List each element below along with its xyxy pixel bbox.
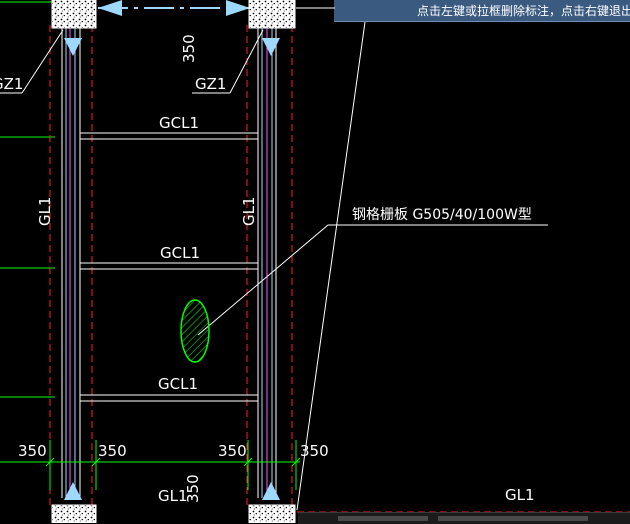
dim-350-3: 350 bbox=[218, 442, 247, 460]
cad-drawing-canvas[interactable]: GZ1 GZ1 350 GCL1 GCL1 GCL1 GL1 GL1 钢格栅板 … bbox=[0, 0, 630, 523]
annotation-text: 钢格栅板 G505/40/100W型 bbox=[352, 207, 532, 223]
gl1-left-label: GL1 bbox=[36, 196, 54, 226]
dim-350-4: 350 bbox=[300, 442, 329, 460]
dim-bottom-350: 350 bbox=[184, 474, 202, 503]
section-line bbox=[296, 21, 366, 511]
dim-350-2: 350 bbox=[98, 442, 127, 460]
gl1-bottom-right-label: GL1 bbox=[505, 486, 535, 504]
gcl1-beams bbox=[80, 132, 258, 402]
top-beam bbox=[98, 0, 335, 16]
status-bar bbox=[298, 512, 630, 524]
annotation-leader bbox=[197, 224, 548, 336]
gz1-left-label: GZ1 bbox=[0, 75, 23, 93]
gz1-right-label: GZ1 bbox=[195, 75, 226, 93]
dim-350-1: 350 bbox=[18, 442, 47, 460]
dim-top-350: 350 bbox=[180, 34, 198, 63]
column-right-lines bbox=[257, 28, 277, 498]
column-left-lines bbox=[61, 28, 81, 498]
gl1-right-label: GL1 bbox=[240, 196, 258, 226]
grating-symbol bbox=[180, 299, 210, 363]
gcl1-top-label: GCL1 bbox=[159, 114, 199, 132]
gcl1-bot-label: GCL1 bbox=[158, 375, 198, 393]
gcl1-mid-label: GCL1 bbox=[160, 244, 200, 262]
